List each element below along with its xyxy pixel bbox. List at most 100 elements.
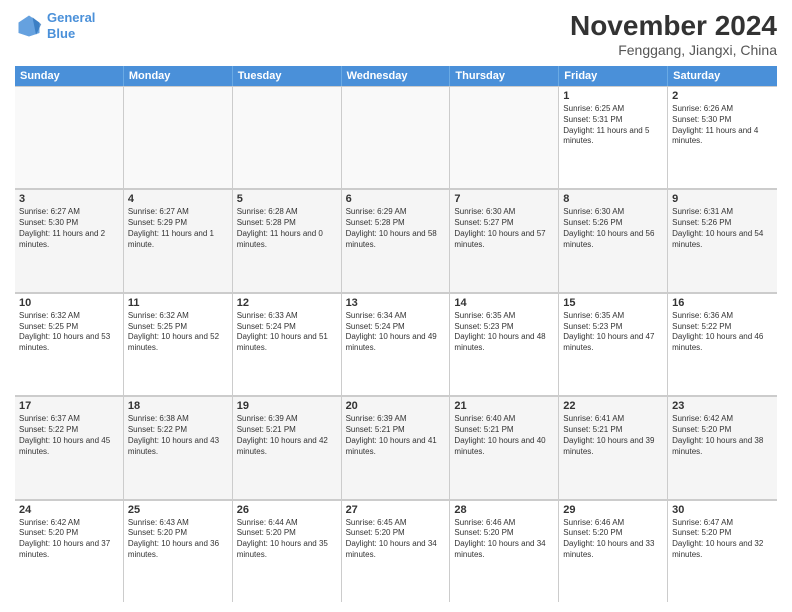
calendar-cell: 14 Sunrise: 6:35 AMSunset: 5:23 PMDayligh…: [450, 294, 559, 395]
day-details: Sunrise: 6:26 AMSunset: 5:30 PMDaylight:…: [672, 104, 773, 147]
day-details: Sunrise: 6:45 AMSunset: 5:20 PMDaylight:…: [346, 518, 446, 561]
calendar-cell: [450, 87, 559, 188]
day-details: Sunrise: 6:35 AMSunset: 5:23 PMDaylight:…: [563, 311, 663, 354]
calendar-cell: 11Sunrise: 6:32 AMSunset: 5:25 PMDayligh…: [124, 294, 233, 395]
day-details: Sunrise: 6:27 AMSunset: 5:30 PMDaylight:…: [19, 207, 119, 250]
calendar-week: 3 Sunrise: 6:27 AMSunset: 5:30 PMDaylight…: [15, 189, 777, 292]
day-details: Sunrise: 6:44 AMSunset: 5:20 PMDaylight:…: [237, 518, 337, 561]
title-block: November 2024 Fenggang, Jiangxi, China: [570, 10, 777, 58]
calendar-cell: 24 Sunrise: 6:42 AMSunset: 5:20 PMDayligh…: [15, 501, 124, 602]
calendar-cell: 6Sunrise: 6:29 AMSunset: 5:28 PMDaylight…: [342, 190, 451, 291]
calendar-cell: 17 Sunrise: 6:37 AMSunset: 5:22 PMDayligh…: [15, 397, 124, 498]
calendar-cell: 19 Sunrise: 6:39 AMSunset: 5:21 PMDayligh…: [233, 397, 342, 498]
day-details: Sunrise: 6:31 AMSunset: 5:26 PMDaylight:…: [672, 207, 773, 250]
day-details: Sunrise: 6:28 AMSunset: 5:28 PMDaylight:…: [237, 207, 337, 250]
calendar-cell: 23 Sunrise: 6:42 AMSunset: 5:20 PMDayligh…: [668, 397, 777, 498]
calendar-cell: 16 Sunrise: 6:36 AMSunset: 5:22 PMDayligh…: [668, 294, 777, 395]
day-number: 19: [237, 400, 337, 412]
calendar-cell: 1 Sunrise: 6:25 AMSunset: 5:31 PMDaylight…: [559, 87, 668, 188]
day-number: 7: [454, 193, 554, 205]
day-number: 16: [672, 297, 773, 309]
day-details: Sunrise: 6:47 AMSunset: 5:20 PMDaylight:…: [672, 518, 773, 561]
day-details: Sunrise: 6:43 AMSunset: 5:20 PMDaylight:…: [128, 518, 228, 561]
calendar-header-cell: Wednesday: [342, 66, 451, 86]
calendar-cell: 8 Sunrise: 6:30 AMSunset: 5:26 PMDaylight…: [559, 190, 668, 291]
header: General Blue November 2024 Fenggang, Jia…: [15, 10, 777, 58]
day-number: 23: [672, 400, 773, 412]
calendar-cell: 3 Sunrise: 6:27 AMSunset: 5:30 PMDaylight…: [15, 190, 124, 291]
logo-icon: [15, 12, 43, 40]
day-number: 9: [672, 193, 773, 205]
calendar-header-cell: Thursday: [450, 66, 559, 86]
day-number: 27: [346, 504, 446, 516]
day-number: 6: [346, 193, 446, 205]
day-number: 2: [672, 90, 773, 102]
day-number: 25: [128, 504, 228, 516]
day-number: 1: [563, 90, 663, 102]
day-number: 21: [454, 400, 554, 412]
calendar-cell: 9 Sunrise: 6:31 AMSunset: 5:26 PMDaylight…: [668, 190, 777, 291]
calendar-cell: 12Sunrise: 6:33 AMSunset: 5:24 PMDayligh…: [233, 294, 342, 395]
day-details: Sunrise: 6:42 AMSunset: 5:20 PMDaylight:…: [19, 518, 119, 561]
calendar-header-cell: Monday: [124, 66, 233, 86]
day-number: 18: [128, 400, 228, 412]
calendar-week: 17 Sunrise: 6:37 AMSunset: 5:22 PMDayligh…: [15, 396, 777, 499]
calendar-header-cell: Friday: [559, 66, 668, 86]
day-number: 8: [563, 193, 663, 205]
day-details: Sunrise: 6:35 AMSunset: 5:23 PMDaylight:…: [454, 311, 554, 354]
page: General Blue November 2024 Fenggang, Jia…: [0, 0, 792, 612]
day-number: 24: [19, 504, 119, 516]
calendar-cell: 7Sunrise: 6:30 AMSunset: 5:27 PMDaylight…: [450, 190, 559, 291]
day-details: Sunrise: 6:37 AMSunset: 5:22 PMDaylight:…: [19, 414, 119, 457]
calendar-cell: 13Sunrise: 6:34 AMSunset: 5:24 PMDayligh…: [342, 294, 451, 395]
calendar-cell: 22 Sunrise: 6:41 AMSunset: 5:21 PMDayligh…: [559, 397, 668, 498]
logo-text: General Blue: [47, 10, 95, 41]
day-details: Sunrise: 6:30 AMSunset: 5:26 PMDaylight:…: [563, 207, 663, 250]
calendar-cell: 18 Sunrise: 6:38 AMSunset: 5:22 PMDayligh…: [124, 397, 233, 498]
day-details: Sunrise: 6:42 AMSunset: 5:20 PMDaylight:…: [672, 414, 773, 457]
logo-line1: General: [47, 10, 95, 25]
calendar-cell: 10 Sunrise: 6:32 AMSunset: 5:25 PMDayligh…: [15, 294, 124, 395]
day-details: Sunrise: 6:41 AMSunset: 5:21 PMDaylight:…: [563, 414, 663, 457]
subtitle: Fenggang, Jiangxi, China: [570, 42, 777, 58]
calendar-cell: 25 Sunrise: 6:43 AMSunset: 5:20 PMDayligh…: [124, 501, 233, 602]
day-number: 12: [237, 297, 337, 309]
main-title: November 2024: [570, 10, 777, 42]
calendar-header-cell: Sunday: [15, 66, 124, 86]
day-details: Sunrise: 6:32 AMSunset: 5:25 PMDaylight:…: [128, 311, 228, 354]
calendar-cell: 20Sunrise: 6:39 AMSunset: 5:21 PMDayligh…: [342, 397, 451, 498]
calendar-cell: [15, 87, 124, 188]
day-number: 3: [19, 193, 119, 205]
calendar-cell: 30 Sunrise: 6:47 AMSunset: 5:20 PMDayligh…: [668, 501, 777, 602]
calendar-body: 1 Sunrise: 6:25 AMSunset: 5:31 PMDaylight…: [15, 86, 777, 602]
day-number: 17: [19, 400, 119, 412]
day-details: Sunrise: 6:36 AMSunset: 5:22 PMDaylight:…: [672, 311, 773, 354]
calendar-cell: 27 Sunrise: 6:45 AMSunset: 5:20 PMDayligh…: [342, 501, 451, 602]
day-details: Sunrise: 6:38 AMSunset: 5:22 PMDaylight:…: [128, 414, 228, 457]
calendar-cell: 21 Sunrise: 6:40 AMSunset: 5:21 PMDayligh…: [450, 397, 559, 498]
calendar-cell: [233, 87, 342, 188]
calendar-cell: 4 Sunrise: 6:27 AMSunset: 5:29 PMDaylight…: [124, 190, 233, 291]
day-details: Sunrise: 6:46 AMSunset: 5:20 PMDaylight:…: [454, 518, 554, 561]
day-details: Sunrise: 6:25 AMSunset: 5:31 PMDaylight:…: [563, 104, 663, 147]
day-number: 22: [563, 400, 663, 412]
day-details: Sunrise: 6:40 AMSunset: 5:21 PMDaylight:…: [454, 414, 554, 457]
day-details: Sunrise: 6:39 AMSunset: 5:21 PMDaylight:…: [237, 414, 337, 457]
calendar-cell: 28Sunrise: 6:46 AMSunset: 5:20 PMDayligh…: [450, 501, 559, 602]
calendar-cell: 5Sunrise: 6:28 AMSunset: 5:28 PMDaylight…: [233, 190, 342, 291]
logo: General Blue: [15, 10, 95, 41]
calendar-week: 24 Sunrise: 6:42 AMSunset: 5:20 PMDayligh…: [15, 500, 777, 602]
day-number: 4: [128, 193, 228, 205]
day-number: 30: [672, 504, 773, 516]
calendar: SundayMondayTuesdayWednesdayThursdayFrid…: [15, 66, 777, 602]
day-number: 10: [19, 297, 119, 309]
day-details: Sunrise: 6:32 AMSunset: 5:25 PMDaylight:…: [19, 311, 119, 354]
calendar-cell: 29Sunrise: 6:46 AMSunset: 5:20 PMDayligh…: [559, 501, 668, 602]
day-details: Sunrise: 6:27 AMSunset: 5:29 PMDaylight:…: [128, 207, 228, 250]
day-number: 14: [454, 297, 554, 309]
logo-line2: Blue: [47, 26, 75, 41]
day-details: Sunrise: 6:34 AMSunset: 5:24 PMDaylight:…: [346, 311, 446, 354]
calendar-cell: 2 Sunrise: 6:26 AMSunset: 5:30 PMDaylight…: [668, 87, 777, 188]
calendar-header-cell: Saturday: [668, 66, 777, 86]
calendar-header-cell: Tuesday: [233, 66, 342, 86]
